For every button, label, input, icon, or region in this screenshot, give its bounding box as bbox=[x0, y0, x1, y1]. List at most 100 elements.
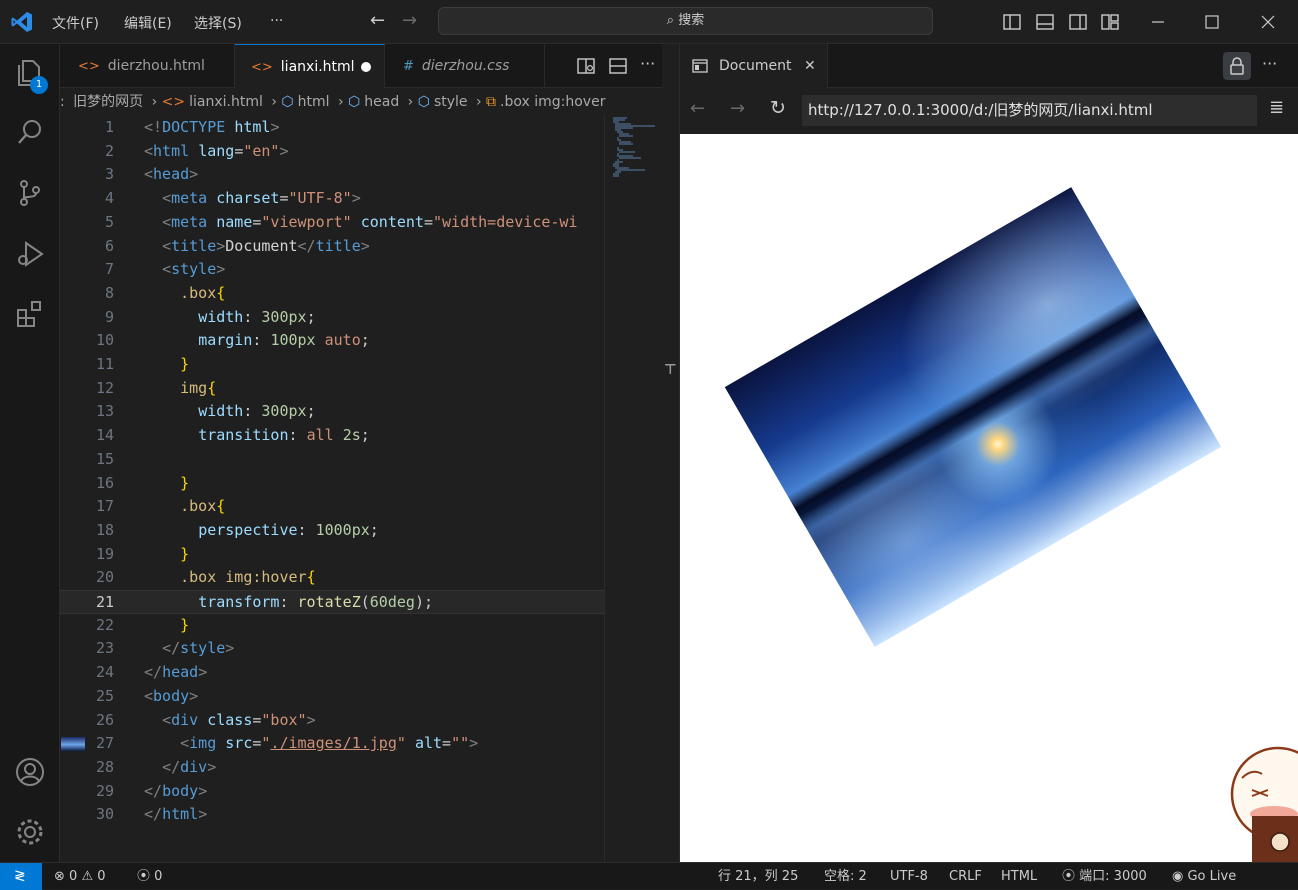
menu-selection[interactable]: 选择(S) bbox=[194, 13, 242, 33]
live-server-port[interactable]: ⦿ 端口: 3000 bbox=[1062, 863, 1147, 890]
menu-edit[interactable]: 编辑(E) bbox=[124, 13, 172, 33]
search-placeholder: 搜索 bbox=[678, 13, 705, 28]
breadcrumb-head[interactable]: head bbox=[364, 94, 399, 110]
browser-back-icon[interactable]: ← bbox=[690, 98, 705, 119]
lock-button[interactable] bbox=[1223, 52, 1251, 80]
code-line[interactable]: 22 } bbox=[60, 614, 604, 638]
cursor-position[interactable]: 行 21，列 25 bbox=[718, 863, 798, 890]
code-editor[interactable]: 1 <!DOCTYPE html> 2 <html lang="en"> 3 <head>… bbox=[60, 116, 604, 862]
code-line[interactable]: 26 <div class="box"> bbox=[60, 709, 604, 733]
language-mode[interactable]: HTML bbox=[1001, 863, 1037, 890]
more-actions-icon[interactable]: ··· bbox=[640, 44, 655, 84]
code-line[interactable]: 8 .box{ bbox=[60, 282, 604, 306]
breadcrumb-selector[interactable]: .box img:hover bbox=[500, 94, 605, 110]
maximize-icon[interactable] bbox=[1202, 12, 1222, 32]
code-line[interactable]: 17 .box{ bbox=[60, 495, 604, 519]
code-text: } bbox=[180, 355, 190, 373]
tab-lianxi-html[interactable]: <> lianxi.html bbox=[235, 44, 385, 88]
toggle-panel-icon[interactable] bbox=[1035, 12, 1055, 32]
browser-reload-icon[interactable]: ↻ bbox=[770, 97, 786, 119]
code-line[interactable]: 18 perspective: 1000px; bbox=[60, 519, 604, 543]
code-line[interactable]: 5 <meta name="viewport" content="width=d… bbox=[60, 211, 604, 235]
rotated-image[interactable] bbox=[724, 187, 1222, 647]
browser-nav-bar: ← → ↻ http://127.0.0.1:3000/d:/旧梦的网页/lia… bbox=[680, 88, 1298, 134]
modified-dot-icon[interactable] bbox=[361, 62, 371, 72]
html-icon: <> bbox=[251, 60, 273, 75]
breadcrumb-style[interactable]: style bbox=[434, 94, 468, 110]
settings-gear-icon[interactable] bbox=[14, 816, 46, 848]
breadcrumb-html[interactable]: html bbox=[298, 94, 330, 110]
minimap[interactable] bbox=[604, 116, 662, 862]
browser-forward-icon[interactable]: → bbox=[730, 98, 745, 119]
code-line[interactable]: 12 img{ bbox=[60, 377, 604, 401]
browser-tab-title: Document bbox=[719, 58, 792, 74]
code-line[interactable]: 4 <meta charset="UTF-8"> bbox=[60, 187, 604, 211]
indentation[interactable]: 空格: 2 bbox=[824, 863, 867, 890]
customize-layout-icon[interactable] bbox=[1100, 12, 1120, 32]
source-control-icon[interactable] bbox=[14, 177, 46, 209]
code-line[interactable]: 11 } bbox=[60, 353, 604, 377]
menu-file[interactable]: 文件(F) bbox=[52, 13, 99, 33]
encoding[interactable]: UTF-8 bbox=[890, 863, 928, 890]
code-line[interactable]: 15 bbox=[60, 448, 604, 472]
toggle-primary-sidebar-icon[interactable] bbox=[1002, 12, 1022, 32]
go-live-button[interactable]: ◉ Go Live bbox=[1172, 863, 1236, 890]
code-line[interactable]: 23 </style> bbox=[60, 637, 604, 661]
ports-indicator[interactable]: ⦿ 0 bbox=[137, 863, 162, 890]
code-line[interactable]: 1 <!DOCTYPE html> bbox=[60, 116, 604, 140]
sash-handle-icon[interactable]: ⊤ bbox=[664, 362, 677, 378]
code-line[interactable]: 10 margin: 100px auto; bbox=[60, 329, 604, 353]
breadcrumb-root[interactable]: : bbox=[60, 94, 65, 110]
code-line[interactable]: 3 <head> bbox=[60, 163, 604, 187]
code-text: <body> bbox=[144, 686, 199, 705]
code-line[interactable]: 13 width: 300px; bbox=[60, 400, 604, 424]
split-sash[interactable]: ⊤ bbox=[662, 44, 680, 862]
code-line[interactable]: 7 <style> bbox=[60, 258, 604, 282]
problems-indicator[interactable]: ⊗ 0 ⚠ 0 bbox=[54, 863, 106, 890]
code-line[interactable]: 9 width: 300px; bbox=[60, 306, 604, 330]
extensions-icon[interactable] bbox=[14, 298, 46, 330]
line-number: 7 bbox=[104, 260, 114, 279]
code-text: transition: all 2s; bbox=[198, 426, 370, 445]
code-line[interactable]: 28 </div> bbox=[60, 756, 604, 780]
city-silhouette bbox=[787, 295, 1154, 530]
code-line[interactable]: 2 <html lang="en"> bbox=[60, 140, 604, 164]
close-tab-icon[interactable]: ✕ bbox=[804, 44, 816, 88]
close-window-icon[interactable] bbox=[1258, 12, 1278, 32]
code-line[interactable]: 6 <title>Document</title> bbox=[60, 235, 604, 259]
line-number: 21 bbox=[95, 593, 114, 611]
code-line[interactable]: 27 <img src="./images/1.jpg" alt=""> bbox=[60, 732, 604, 756]
line-number: 1 bbox=[104, 118, 114, 136]
breadcrumb-file[interactable]: lianxi.html bbox=[189, 94, 263, 110]
back-arrow-icon[interactable]: ← bbox=[370, 10, 385, 31]
forward-arrow-icon[interactable]: → bbox=[402, 10, 417, 31]
code-line[interactable]: 19 } bbox=[60, 543, 604, 567]
open-preview-icon[interactable] bbox=[576, 56, 596, 76]
account-icon[interactable] bbox=[14, 756, 46, 788]
minimize-icon[interactable] bbox=[1148, 12, 1168, 32]
toggle-secondary-sidebar-icon[interactable] bbox=[1068, 12, 1088, 32]
browser-more-icon[interactable]: ··· bbox=[1262, 44, 1277, 84]
tab-dierzhou-html[interactable]: <> dierzhou.html bbox=[60, 44, 235, 88]
end-of-line[interactable]: CRLF bbox=[949, 863, 982, 890]
code-line[interactable]: 14 transition: all 2s; bbox=[60, 424, 604, 448]
code-line[interactable]: 25 <body> bbox=[60, 685, 604, 709]
run-debug-icon[interactable] bbox=[14, 238, 46, 270]
browser-url-input[interactable]: http://127.0.0.1:3000/d:/旧梦的网页/lianxi.ht… bbox=[802, 95, 1257, 126]
breadcrumb-folder[interactable]: 旧梦的网页 bbox=[73, 94, 143, 110]
code-line[interactable]: 30 </html> bbox=[60, 803, 604, 827]
code-line[interactable]: 21 transform: rotateZ(60deg); bbox=[60, 590, 604, 614]
split-editor-icon[interactable] bbox=[608, 56, 628, 76]
remote-indicator[interactable]: ≷ bbox=[0, 863, 42, 890]
code-line[interactable]: 24 </head> bbox=[60, 661, 604, 685]
command-search[interactable]: ⌕ 搜索 bbox=[438, 7, 933, 35]
menu-more[interactable]: ··· bbox=[270, 13, 283, 29]
code-line[interactable]: 20 .box img:hover{ bbox=[60, 566, 604, 590]
warning-icon: ⚠ bbox=[81, 869, 94, 884]
browser-menu-icon[interactable]: ≣ bbox=[1269, 97, 1284, 118]
code-line[interactable]: 16 } bbox=[60, 472, 604, 496]
tab-browser-document[interactable]: Document ✕ bbox=[680, 44, 828, 88]
search-view-icon[interactable] bbox=[14, 116, 46, 148]
code-line[interactable]: 29 </body> bbox=[60, 780, 604, 804]
tab-dierzhou-css[interactable]: # dierzhou.css bbox=[385, 44, 545, 88]
